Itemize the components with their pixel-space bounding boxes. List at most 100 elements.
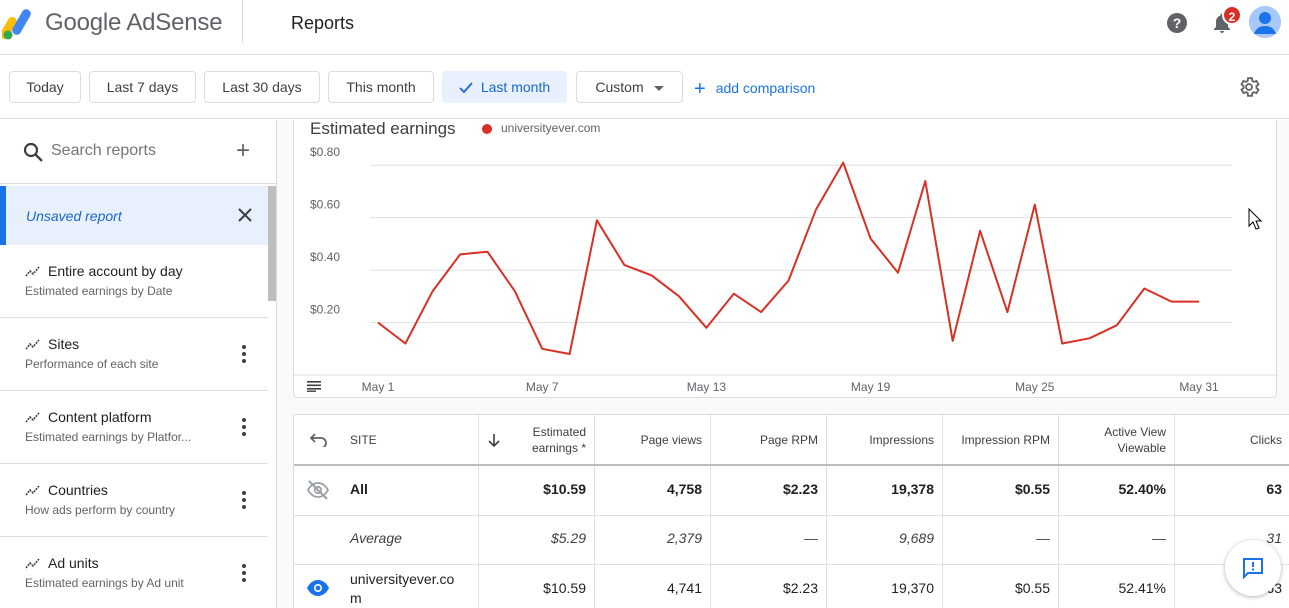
data-point[interactable]	[921, 177, 929, 185]
data-point[interactable]	[620, 261, 628, 269]
data-point[interactable]	[456, 250, 464, 258]
data-point[interactable]	[757, 308, 765, 316]
legend-dot	[482, 124, 492, 134]
data-point[interactable]	[1031, 201, 1039, 209]
settings-gear-icon[interactable]	[1237, 75, 1261, 99]
data-point[interactable]	[1003, 308, 1011, 316]
col-header-line: Active View	[1104, 425, 1166, 439]
brand-name: Google AdSense	[45, 9, 223, 36]
report-main-area: $0.20 $0.40 $0.60 $0.80 May 1 May 7 May 13 May …	[277, 120, 1289, 608]
table-cell: 4,758	[666, 481, 702, 497]
search-reports-row: +	[0, 120, 276, 184]
col-header-impressions[interactable]: Impressions	[836, 432, 934, 448]
close-icon[interactable]	[234, 204, 256, 226]
data-point[interactable]	[867, 235, 875, 243]
col-header-estimated-earnings[interactable]: Estimated earnings *	[494, 424, 586, 456]
chip-label: Today	[26, 79, 64, 95]
legend-label[interactable]: universityever.com	[501, 121, 600, 135]
chart-menu-icon[interactable]	[306, 380, 322, 392]
data-point[interactable]	[511, 287, 519, 295]
more-vert-icon[interactable]	[236, 563, 252, 583]
feedback-button[interactable]	[1225, 540, 1281, 596]
header-divider	[294, 464, 1289, 466]
data-point[interactable]	[785, 277, 793, 285]
sidebar-item-content-platform[interactable]: Content platform Estimated earnings by P…	[0, 391, 268, 464]
data-point[interactable]	[566, 350, 574, 358]
data-point[interactable]	[374, 319, 382, 327]
data-point[interactable]	[648, 271, 656, 279]
x-tick-label: May 13	[687, 380, 727, 394]
svg-text:?: ?	[1173, 15, 1182, 31]
new-report-plus-icon[interactable]: +	[236, 139, 250, 163]
table-cell: $10.59	[543, 481, 586, 497]
avatar[interactable]	[1249, 6, 1281, 38]
table-cell: $2.23	[782, 481, 818, 497]
chip-last-30-days[interactable]: Last 30 days	[204, 71, 320, 103]
data-point[interactable]	[483, 248, 491, 256]
data-point[interactable]	[839, 159, 847, 167]
x-tick-label: May 7	[526, 380, 559, 394]
col-header-impression-rpm[interactable]: Impression RPM	[946, 432, 1050, 448]
series-line[interactable]	[377, 161, 1199, 355]
chip-this-month[interactable]: This month	[328, 71, 434, 103]
data-point[interactable]	[976, 227, 984, 235]
data-point[interactable]	[702, 324, 710, 332]
add-comparison-label: add comparison	[715, 80, 816, 96]
col-header-page-rpm[interactable]: Page RPM	[720, 432, 818, 448]
visibility-off-icon[interactable]	[306, 479, 330, 501]
sidebar-item-ad-units[interactable]: Ad units Estimated earnings by Ad unit	[0, 537, 268, 608]
table-cell: 2,379	[666, 530, 702, 546]
more-vert-icon[interactable]	[236, 344, 252, 364]
adsense-logo-icon[interactable]	[2, 6, 36, 40]
sidebar-scrollbar[interactable]	[268, 186, 276, 301]
data-point[interactable]	[949, 337, 957, 345]
mouse-pointer-icon	[1248, 208, 1262, 230]
chip-today[interactable]: Today	[9, 71, 81, 103]
data-point[interactable]	[538, 345, 546, 353]
visibility-icon[interactable]	[306, 579, 330, 597]
col-header-page-views[interactable]: Page views	[604, 432, 702, 448]
sidebar-item-countries[interactable]: Countries How ads perform by country	[0, 464, 268, 537]
data-point[interactable]	[730, 290, 738, 298]
data-point[interactable]	[1086, 334, 1094, 342]
col-header-active-view-viewable[interactable]: Active View Viewable	[1068, 424, 1166, 456]
help-icon[interactable]: ?	[1166, 12, 1188, 34]
data-point[interactable]	[675, 292, 683, 300]
sidebar-item-sites[interactable]: Sites Performance of each site	[0, 318, 268, 391]
report-subtitle: How ads perform by country	[25, 503, 176, 517]
unsaved-report-item[interactable]: Unsaved report	[0, 186, 268, 245]
data-point[interactable]	[1058, 340, 1066, 348]
undo-icon[interactable]	[310, 431, 328, 447]
chip-last-month[interactable]: Last month	[442, 71, 567, 103]
chip-custom-dropdown[interactable]: Custom	[576, 71, 683, 103]
table-cell: 63	[1266, 481, 1282, 497]
insights-icon	[25, 266, 40, 277]
data-point[interactable]	[401, 340, 409, 348]
col-header-site[interactable]: SITE	[350, 432, 377, 448]
chip-label: Custom	[595, 79, 644, 95]
sidebar-item-entire-account-by-day[interactable]: Entire account by day Estimated earnings…	[0, 245, 268, 318]
table-cell: 9,689	[898, 530, 934, 546]
col-header-clicks[interactable]: Clicks	[1184, 432, 1282, 448]
table-row-site-name[interactable]: universityever.co m	[350, 570, 454, 608]
data-point[interactable]	[894, 269, 902, 277]
chip-last-7-days[interactable]: Last 7 days	[89, 71, 196, 103]
more-vert-icon[interactable]	[236, 490, 252, 510]
report-subtitle: Estimated earnings by Platfor...	[25, 430, 192, 444]
data-point[interactable]	[812, 206, 820, 214]
chip-label: This month	[346, 79, 416, 95]
more-vert-icon[interactable]	[236, 417, 252, 437]
col-header-line: Estimated	[532, 425, 586, 439]
data-point[interactable]	[1168, 298, 1176, 306]
table-cell: 52.40%	[1118, 481, 1166, 497]
report-table: SITE Estimated earnings * Page views Page…	[293, 414, 1289, 608]
data-point[interactable]	[593, 216, 601, 224]
row-divider	[294, 515, 1289, 516]
add-comparison-button[interactable]: + add comparison	[694, 78, 815, 101]
data-point[interactable]	[1195, 298, 1203, 306]
data-point[interactable]	[429, 287, 437, 295]
data-point[interactable]	[1113, 321, 1121, 329]
table-cell: —	[1152, 530, 1166, 546]
data-point[interactable]	[1140, 284, 1148, 292]
search-reports-input[interactable]	[51, 142, 221, 160]
